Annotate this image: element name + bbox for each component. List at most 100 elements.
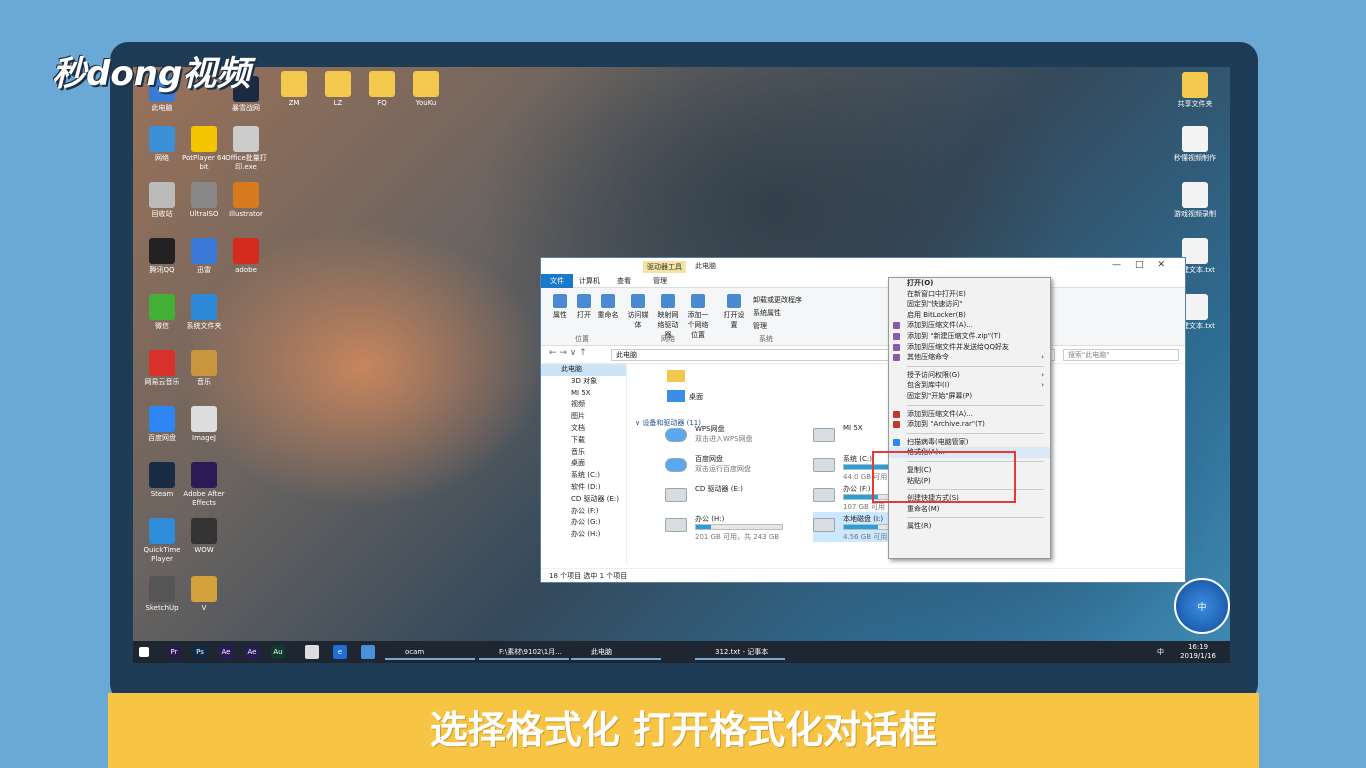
ribbon-tab-1[interactable]: 计算机 [579,276,600,286]
taskbar-app-icon[interactable]: e [333,645,347,659]
desktop-icon[interactable]: Illustrator [224,182,268,219]
window-controls[interactable]: —□✕ [1112,260,1179,270]
ribbon-tab-3[interactable]: 管理 [653,276,667,286]
desktop-icon[interactable]: adobe [224,238,268,275]
nav-item[interactable]: 办公 (F:) [541,506,626,518]
desktop-icon[interactable]: 网络 [140,126,184,163]
desktop-icon[interactable]: PotPlayer 64 bit [182,126,226,172]
menu-item[interactable]: 添加到 "Archive.rar"(T) [889,419,1050,430]
nav-item[interactable]: 软件 (D:) [541,482,626,494]
desktop-icon[interactable]: SketchUp [140,576,184,613]
menu-item[interactable]: 添加到压缩文件并发送给QQ好友 [889,342,1050,353]
desktop-folder[interactable]: FQ [360,71,404,108]
menu-item[interactable]: 添加到压缩文件(A)... [889,409,1050,420]
nav-item[interactable]: 系统 (C:) [541,470,626,482]
desktop-folder[interactable]: YouKu [404,71,448,108]
taskbar-app-icon[interactable]: Ae [219,645,233,659]
taskbar-task[interactable]: 此电脑 [571,644,661,660]
desktop-icon[interactable]: 百度网盘 [140,406,184,443]
ribbon-tab-2[interactable]: 查看 [617,276,631,286]
nav-item[interactable]: 办公 (G:) [541,517,626,529]
nav-item[interactable]: 文档 [541,423,626,435]
nav-item[interactable]: 办公 (H:) [541,529,626,541]
desktop-icon[interactable]: V [182,576,226,613]
menu-item[interactable]: 添加到 "新建压缩文件.zip"(T) [889,331,1050,342]
explorer-window[interactable]: 驱动器工具 此电脑 —□✕ 文件 计算机 查看 管理 卸载或更改程序 系统属性 管理 属性… [540,257,1186,583]
taskbar-app-icon[interactable]: Pr [167,645,181,659]
menu-item[interactable]: 打开(O) [889,278,1050,289]
nav-item[interactable]: 3D 对象 [541,376,626,388]
desktop-icon-label: 回收站 [151,210,173,218]
nav-item[interactable]: 音乐 [541,447,626,459]
nav-item[interactable]: 桌面 [541,458,626,470]
menu-item[interactable]: 其他压缩命令 › [889,352,1050,363]
desktop-icon[interactable]: UltraISO [182,182,226,219]
taskbar-task[interactable]: ocam [385,644,475,660]
desktop-icon[interactable]: 回收站 [140,182,184,219]
nav-item[interactable]: CD 驱动器 (E:) [541,494,626,506]
menu-item[interactable]: 添加到压缩文件(A)... [889,320,1050,331]
menu-item[interactable]: 启用 BitLocker(B) [889,310,1050,321]
menu-item[interactable]: 固定到"开始"屏幕(P) [889,391,1050,402]
ribbon-button[interactable]: 打开设置 [723,294,745,330]
menu-item[interactable]: 包含到库中(I) › [889,380,1050,391]
ribbon-button[interactable]: 访问媒体 [627,294,649,330]
nav-item[interactable]: 视频 [541,399,626,411]
nav-item[interactable]: 此电脑 [541,364,626,376]
menu-item[interactable]: 授予访问权限(G) › [889,370,1050,381]
desktop-folder[interactable]: LZ [316,71,360,108]
taskbar-app-icon[interactable] [361,645,375,659]
taskbar-app-icon[interactable] [305,645,319,659]
taskbar-app-icon[interactable]: Au [271,645,285,659]
drive-item[interactable]: CD 驱动器 (E:) [665,482,805,512]
desktop-icon[interactable]: QuickTime Player [140,518,184,564]
search-input[interactable]: 搜索"此电脑" [1063,349,1179,361]
desktop-icon[interactable]: 迅雷 [182,238,226,275]
nav-item[interactable]: 图片 [541,411,626,423]
ribbon-side-item[interactable]: 卸载或更改程序 [753,294,802,307]
drive-item[interactable]: WPS网盘 双击进入WPS网盘 [665,422,805,452]
ribbon-side-item[interactable]: 管理 [753,320,802,333]
desktop-icon[interactable]: 系统文件夹 [182,294,226,331]
ribbon-tab-0[interactable]: 文件 [541,274,573,288]
taskbar-task[interactable]: 312.txt - 记事本 [695,644,785,660]
desktop-icon[interactable]: Adobe After Effects [182,462,226,508]
clock[interactable]: 16:19 2019/1/16 [1180,643,1216,661]
ribbon-button[interactable]: 属性 [549,294,571,320]
drive-item[interactable]: 百度网盘 双击运行百度网盘 [665,452,805,482]
context-menu[interactable]: 打开(O) 在新窗口中打开(E) 固定到"快速访问" 启用 BitLocker(B) 添… [888,277,1051,559]
desktop-icon[interactable]: ImageJ [182,406,226,443]
menu-item[interactable]: 扫描病毒(电脑管家) [889,437,1050,448]
desktop-icon[interactable]: 网易云音乐 [140,350,184,387]
desktop-folder[interactable]: ZM [272,71,316,108]
desktop-icon[interactable]: Office批量打印.exe [224,126,268,172]
nav-arrows-icon[interactable]: ← → ∨ ↑ [549,348,587,358]
desktop-icon[interactable]: WOW [182,518,226,555]
ribbon-button[interactable]: 重命名 [597,294,619,320]
menu-item[interactable]: 重命名(M) [889,504,1050,515]
taskbar-task[interactable]: F:\素材\9102\1月... [479,644,569,660]
desktop-icon[interactable]: Steam [140,462,184,499]
menu-item[interactable]: 在新窗口中打开(E) [889,289,1050,300]
drive-item[interactable]: 办公 (H:) 201 GB 可用，共 243 GB [665,512,805,542]
ribbon-button[interactable]: 添加一个网络位置 [687,294,709,340]
input-method-icon[interactable]: 中 [1157,647,1164,657]
taskbar-app-icon[interactable]: Ps [193,645,207,659]
taskbar-app-icon[interactable]: Ae [245,645,259,659]
drive-detail: 双击运行百度网盘 [695,465,751,473]
desktop-icon[interactable]: 微信 [140,294,184,331]
desktop-icon[interactable]: 音乐 [182,350,226,387]
ime-badge[interactable]: 中 [1174,578,1230,634]
menu-item[interactable]: 属性(R) [889,521,1050,532]
desktop-file[interactable]: 秒懂视频制作 [1173,126,1217,163]
start-icon[interactable] [139,647,149,657]
ribbon-side-item[interactable]: 系统属性 [753,307,802,320]
desktop-icon[interactable]: 腾讯QQ [140,238,184,275]
desktop-file[interactable]: 共享文件夹 [1173,72,1217,109]
desktop-file[interactable]: 游戏视频录制 [1173,182,1217,219]
title-bar[interactable]: 驱动器工具 此电脑 —□✕ [541,258,1185,274]
menu-item[interactable]: 固定到"快速访问" [889,299,1050,310]
ribbon-button[interactable]: 打开 [573,294,595,320]
nav-item[interactable]: 下载 [541,435,626,447]
nav-item[interactable]: MI 5X [541,388,626,400]
